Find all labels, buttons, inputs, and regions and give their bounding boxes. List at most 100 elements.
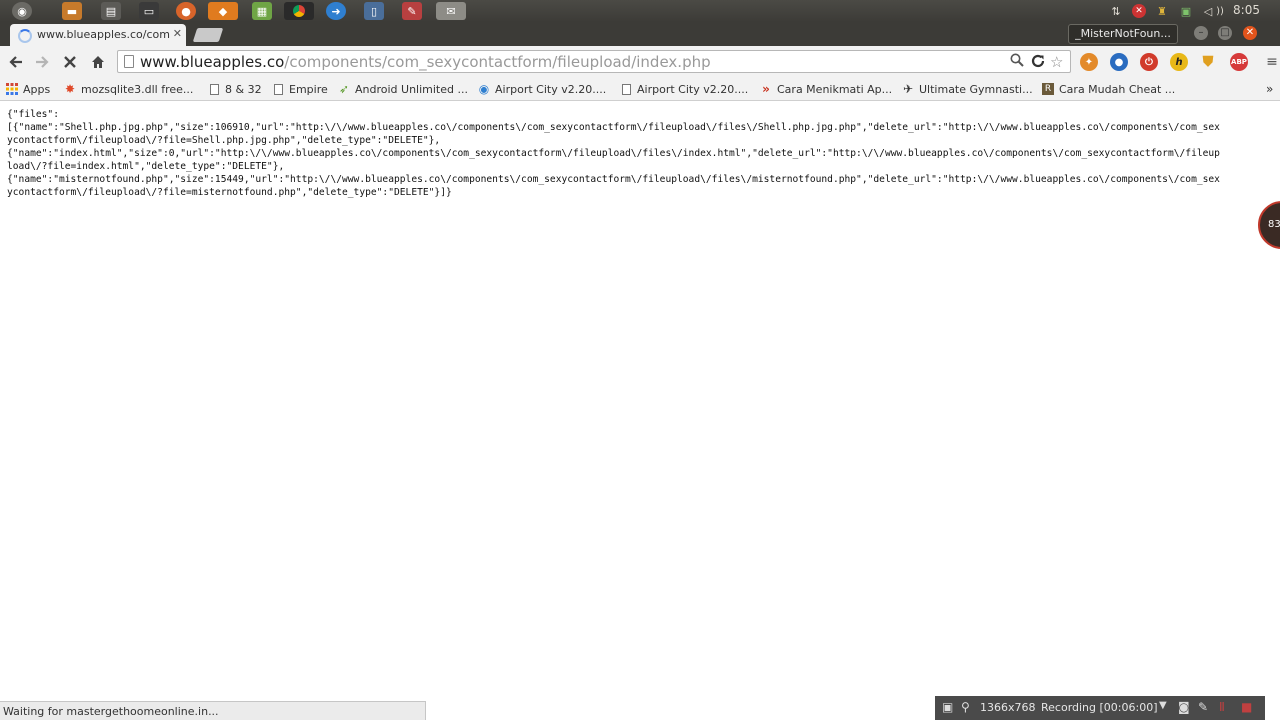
- forward-arrow-icon: [36, 56, 49, 68]
- json-line: [{"name":"Shell.php.jpg.php","size":1069…: [7, 122, 1220, 133]
- bookmark-ultimate-gymnastics[interactable]: ✈ Ultimate Gymnasti...: [902, 81, 1033, 97]
- bookmark-label: Airport City v2.20....: [637, 82, 749, 96]
- select-window-icon[interactable]: ▣: [942, 700, 953, 714]
- forward-button[interactable]: [32, 52, 52, 72]
- status-bubble: Waiting for mastergethoomeonline.in...: [0, 701, 426, 720]
- firefox-icon[interactable]: ●: [176, 2, 196, 20]
- home-button[interactable]: [88, 52, 108, 72]
- widget-count: 83: [1268, 219, 1280, 230]
- bookmark-label: Airport City v2.20....: [495, 82, 607, 96]
- bookmark-label: Apps: [23, 82, 51, 96]
- json-response-body: {"files": [{"name":"Shell.php.jpg.php","…: [7, 108, 1279, 199]
- page-icon: [272, 83, 284, 95]
- clock[interactable]: 8:05: [1233, 3, 1260, 17]
- chevrons-icon: »: [762, 82, 770, 96]
- page-icon: [620, 83, 632, 95]
- pencil-icon[interactable]: ✎: [1198, 700, 1208, 714]
- bookmark-empire[interactable]: Empire: [272, 81, 328, 97]
- extension-shield-icon[interactable]: ⛊: [1199, 53, 1217, 71]
- bookmark-star-icon[interactable]: ☆: [1050, 53, 1063, 71]
- minimize-icon[interactable]: –: [1194, 26, 1208, 40]
- maximize-icon[interactable]: □: [1218, 26, 1232, 40]
- browser-blue-icon[interactable]: ➜: [326, 2, 346, 20]
- puzzle-icon: ✸: [64, 82, 76, 96]
- screen-recorder-bar: ▣ ⚲ 1366x768 Recording [00:06:00] ▼ ◙ ✎ …: [935, 696, 1265, 720]
- profile-name-button[interactable]: _MisterNotFoun...: [1068, 24, 1178, 44]
- extension-power-icon[interactable]: ⏻: [1140, 53, 1158, 71]
- bookmark-cara-menikmati[interactable]: » Cara Menikmati Ap...: [760, 81, 892, 97]
- page-icon: [208, 83, 220, 95]
- spreadsheet-icon[interactable]: ▦: [252, 2, 272, 20]
- url-path: /components/com_sexycontactform/fileuplo…: [284, 53, 711, 71]
- terminal-icon[interactable]: ▭: [139, 2, 159, 20]
- close-window-icon[interactable]: ✕: [1243, 26, 1257, 40]
- new-tab-button[interactable]: [192, 28, 224, 42]
- json-line: load\/?file=index.html","delete_type":"D…: [7, 161, 285, 172]
- extension-h-icon[interactable]: h: [1170, 53, 1188, 71]
- pause-icon[interactable]: Ⅱ: [1219, 700, 1225, 714]
- magnifier-icon[interactable]: ⚲: [961, 700, 970, 714]
- camera-icon[interactable]: ◙: [1178, 700, 1190, 714]
- app-red-icon[interactable]: ✎: [402, 2, 422, 20]
- text-editor-icon[interactable]: ▤: [101, 2, 121, 20]
- plane-icon: ◉: [478, 82, 490, 96]
- bookmarks-bar: Apps ✸ mozsqlite3.dll free... 8 & 32 Emp…: [0, 78, 1280, 101]
- bookmark-label: mozsqlite3.dll free...: [81, 82, 194, 96]
- stop-icon[interactable]: ■: [1241, 700, 1252, 714]
- chrome-menu-icon[interactable]: ≡: [1262, 52, 1280, 72]
- back-button[interactable]: [6, 52, 26, 72]
- notes-icon[interactable]: ▯: [364, 2, 384, 20]
- json-line: ycontactform\/fileupload\/?file=misterno…: [7, 187, 452, 198]
- bookmark-label: Cara Mudah Cheat ...: [1059, 82, 1176, 96]
- bookmark-mozsqlite[interactable]: ✸ mozsqlite3.dll free...: [64, 81, 193, 97]
- stop-button[interactable]: [60, 52, 80, 72]
- bookmarks-overflow-icon[interactable]: »: [1266, 81, 1273, 97]
- bookmark-label: Cara Menikmati Ap...: [777, 82, 893, 96]
- back-arrow-icon: [9, 56, 22, 68]
- bookmark-8-32[interactable]: 8 & 32: [208, 81, 262, 97]
- chrome-icon[interactable]: [284, 2, 314, 20]
- json-line: {"name":"index.html","size":0,"url":"htt…: [7, 148, 1220, 159]
- bookmark-label: 8 & 32: [225, 82, 262, 96]
- keyboard-indicator-icon[interactable]: ♜: [1154, 3, 1170, 19]
- bookmark-label: Ultimate Gymnasti...: [919, 82, 1033, 96]
- recording-status: Recording [00:06:00]: [1041, 701, 1158, 714]
- json-line: {"files":: [7, 109, 59, 120]
- extension-globe-icon[interactable]: ●: [1110, 53, 1128, 71]
- search-zoom-icon[interactable]: [1010, 53, 1024, 71]
- tab-title: www.blueapples.co/com: [37, 28, 170, 41]
- page-icon: [124, 55, 134, 68]
- adblock-icon[interactable]: ABP: [1230, 53, 1248, 71]
- bookmark-cara-mudah-cheat[interactable]: R Cara Mudah Cheat ...: [1042, 81, 1175, 97]
- tab-close-icon[interactable]: ✕: [173, 27, 182, 40]
- json-line: {"name":"misternotfound.php","size":1544…: [7, 174, 1220, 185]
- recording-resolution: 1366x768: [980, 701, 1036, 714]
- error-indicator-icon[interactable]: ✕: [1132, 4, 1146, 18]
- os-top-panel: ◉ ▬ ▤ ▭ ● ◆ ▦ ➜ ▯ ✎ ✉ ⇅ ✕ ♜ ▣ ◁ )) 8:05: [0, 0, 1280, 22]
- gymnast-icon: ✈: [902, 82, 914, 96]
- bookmark-label: Android Unlimited ...: [355, 82, 468, 96]
- tab-strip: www.blueapples.co/com ✕ _MisterNotFoun..…: [0, 22, 1280, 46]
- network-transfer-icon[interactable]: ⇅: [1108, 3, 1124, 19]
- tab-active[interactable]: www.blueapples.co/com ✕: [10, 24, 186, 46]
- image-viewer-icon[interactable]: ✉: [436, 2, 466, 20]
- apps-grid-icon: [6, 83, 18, 95]
- app-orange-icon[interactable]: ◆: [208, 2, 238, 20]
- r-logo-icon: R: [1042, 83, 1054, 95]
- monitor-icon[interactable]: ▣: [1178, 3, 1194, 19]
- floating-counter-widget[interactable]: 83: [1258, 201, 1280, 249]
- stop-x-icon: [64, 56, 76, 68]
- dash-icon[interactable]: ◉: [12, 2, 32, 20]
- volume-waves-icon: )): [1216, 5, 1224, 17]
- bookmark-airport-city-2[interactable]: Airport City v2.20....: [620, 81, 748, 97]
- url-text[interactable]: www.blueapples.co/components/com_sexycon…: [140, 53, 711, 71]
- dropdown-arrow-icon[interactable]: ▼: [1159, 700, 1167, 711]
- extension-fox-icon[interactable]: ✦: [1080, 53, 1098, 71]
- bookmark-android-unlimited[interactable]: ➶ Android Unlimited ...: [338, 81, 468, 97]
- reload-icon[interactable]: [1030, 53, 1046, 73]
- bookmark-airport-city-1[interactable]: ◉ Airport City v2.20....: [478, 81, 606, 97]
- url-host: www.blueapples.co: [140, 53, 285, 71]
- files-folder-icon[interactable]: ▬: [62, 2, 82, 20]
- address-bar[interactable]: www.blueapples.co/components/com_sexycon…: [117, 50, 1071, 73]
- bookmark-apps[interactable]: Apps: [6, 81, 50, 97]
